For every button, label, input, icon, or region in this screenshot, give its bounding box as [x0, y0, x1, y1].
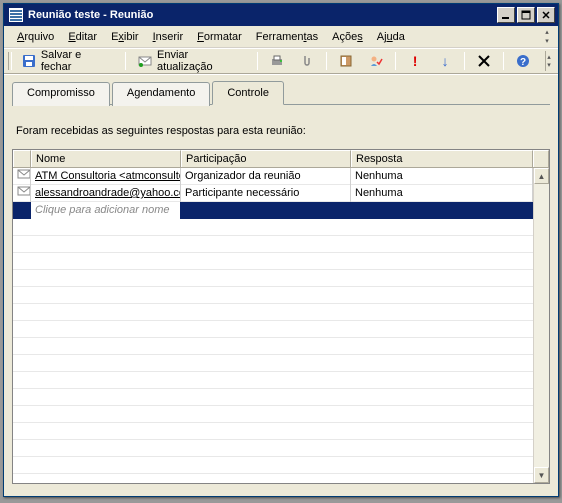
menu-ferramentas[interactable]: Ferramentas [249, 29, 325, 45]
table-row-add[interactable]: Clique para adicionar nome [13, 202, 533, 219]
send-icon [137, 53, 153, 69]
row-icon [13, 185, 31, 202]
tabstrip: Compromisso Agendamento Controle [12, 81, 550, 105]
delete-icon [476, 53, 492, 69]
menu-ajuda[interactable]: Ajuda [370, 29, 412, 45]
table-row[interactable]: ATM Consultoria <atmconsultoria Organiza… [13, 168, 533, 185]
grid-header: Nome Participação Resposta [13, 150, 549, 168]
row-response: Nenhuma [351, 168, 533, 185]
menu-editar[interactable]: Editar [61, 29, 104, 45]
print-button[interactable] [264, 50, 290, 72]
scroll-up-button[interactable]: ▲ [534, 168, 549, 184]
meeting-window: Reunião teste - Reunião Arquivo Editar E… [3, 3, 559, 497]
window-title: Reunião teste - Reunião [28, 9, 497, 21]
tab-controle[interactable]: Controle [212, 81, 284, 105]
menu-acoes[interactable]: Ações [325, 29, 370, 45]
toolbar-gripper[interactable] [8, 52, 12, 70]
importance-high-icon: ! [407, 53, 423, 69]
importance-low-icon: ↓ [437, 53, 453, 69]
titlebar: Reunião teste - Reunião [4, 4, 558, 26]
row-participation [181, 202, 351, 219]
row-name[interactable]: ATM Consultoria <atmconsultoria [31, 168, 181, 185]
chevron-up-icon[interactable]: ▴ [542, 28, 552, 36]
check-names-button[interactable] [363, 50, 389, 72]
help-icon: ? [515, 53, 531, 69]
tracking-grid: Nome Participação Resposta ATM Consultor… [12, 149, 550, 484]
row-name[interactable]: alessandroandrade@yahoo.com [31, 185, 181, 202]
row-icon [13, 202, 31, 219]
address-book-button[interactable] [333, 50, 359, 72]
minimize-button[interactable] [497, 7, 515, 23]
toolbar: Salvar e fechar Enviar atualização ! ↓ ?… [4, 48, 558, 74]
delete-button[interactable] [471, 50, 497, 72]
menu-inserir[interactable]: Inserir [146, 29, 191, 45]
svg-text:?: ? [520, 57, 526, 68]
grid-body: ATM Consultoria <atmconsultoria Organiza… [13, 168, 549, 483]
row-participation: Participante necessário [181, 185, 351, 202]
maximize-button[interactable] [517, 7, 535, 23]
chevron-down-icon[interactable]: ▾ [542, 37, 552, 45]
vertical-scrollbar[interactable]: ▲ ▼ [533, 168, 549, 483]
responses-status-text: Foram recebidas as seguintes respostas p… [16, 125, 546, 137]
col-participation[interactable]: Participação [181, 150, 351, 167]
attach-button[interactable] [294, 50, 320, 72]
grid-rows[interactable]: ATM Consultoria <atmconsultoria Organiza… [13, 168, 533, 483]
close-button[interactable] [537, 7, 555, 23]
app-icon [8, 7, 24, 23]
row-response [351, 202, 533, 219]
save-close-label: Salvar e fechar [41, 49, 114, 73]
menu-exibir[interactable]: Exibir [104, 29, 146, 45]
tab-compromisso[interactable]: Compromisso [12, 82, 110, 106]
menu-arquivo[interactable]: Arquivo [10, 29, 61, 45]
col-name[interactable]: Nome [31, 150, 181, 167]
menu-formatar[interactable]: Formatar [190, 29, 249, 45]
help-button[interactable]: ? [510, 50, 536, 72]
content-area: Compromisso Agendamento Controle Foram r… [4, 74, 558, 496]
book-icon [338, 53, 354, 69]
importance-low-button[interactable]: ↓ [432, 50, 458, 72]
window-controls [497, 7, 555, 23]
menubar: Arquivo Editar Exibir Inserir Formatar F… [4, 26, 558, 48]
row-icon [13, 168, 31, 185]
scroll-down-button[interactable]: ▼ [534, 467, 549, 483]
tab-agendamento[interactable]: Agendamento [112, 82, 211, 106]
row-response: Nenhuma [351, 185, 533, 202]
add-name-placeholder[interactable]: Clique para adicionar nome [31, 202, 181, 219]
send-update-button[interactable]: Enviar atualização [132, 46, 251, 76]
scroll-track[interactable] [534, 184, 549, 467]
toolbar-chevron-down-icon[interactable]: ▾ [544, 61, 554, 69]
toolbar-chevron-up-icon[interactable]: ▴ [544, 53, 554, 61]
importance-high-button[interactable]: ! [402, 50, 428, 72]
save-close-button[interactable]: Salvar e fechar [16, 46, 119, 76]
col-response[interactable]: Resposta [351, 150, 533, 167]
save-icon [21, 53, 37, 69]
send-update-label: Enviar atualização [157, 49, 246, 73]
paperclip-icon [299, 53, 315, 69]
col-icon[interactable] [13, 150, 31, 167]
print-icon [269, 53, 285, 69]
table-row[interactable]: alessandroandrade@yahoo.com Participante… [13, 185, 533, 202]
col-scroll-spacer [533, 150, 549, 167]
row-participation: Organizador da reunião [181, 168, 351, 185]
check-person-icon [368, 53, 384, 69]
